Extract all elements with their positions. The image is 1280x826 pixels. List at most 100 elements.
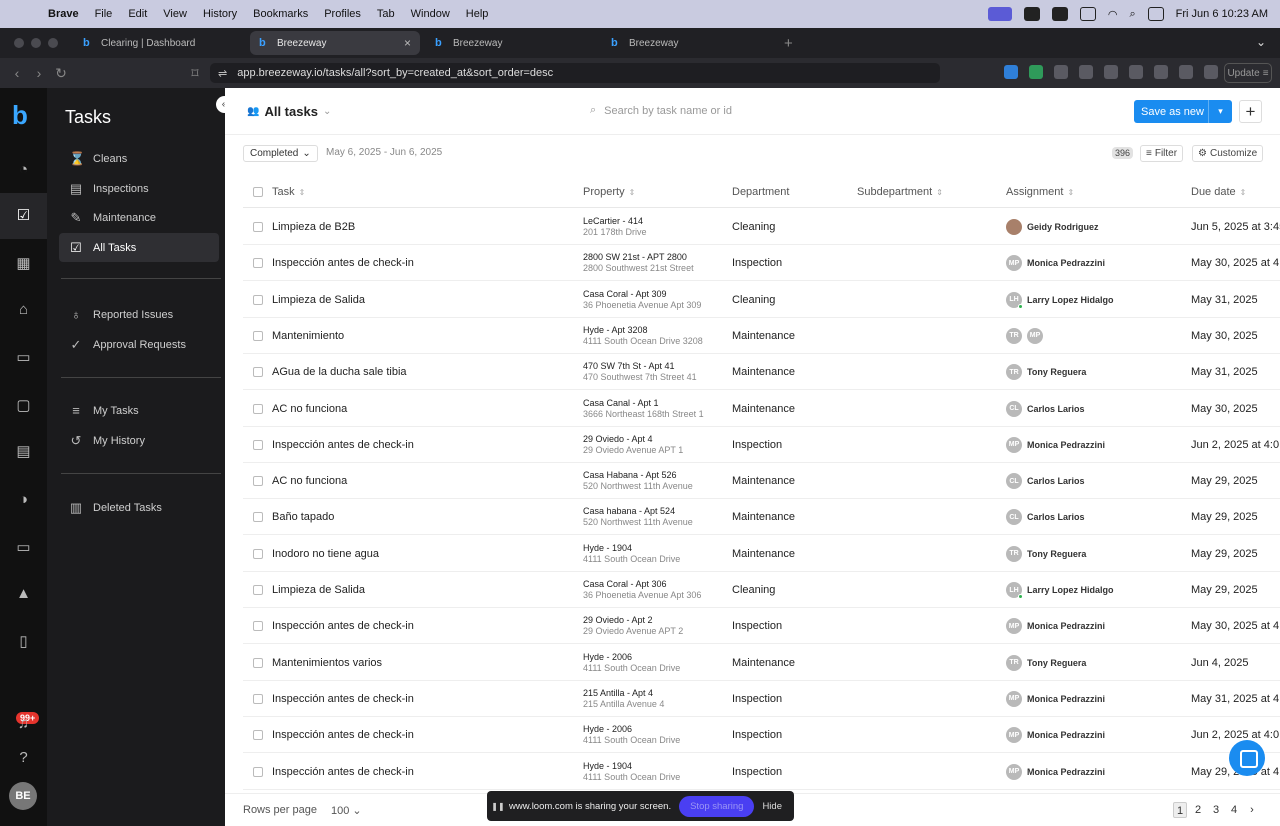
row-checkbox[interactable]	[253, 717, 263, 753]
menu-history[interactable]: History	[195, 8, 245, 20]
property-cell[interactable]: Casa Canal - Apt 1 3666 Northeast 168th S…	[583, 391, 704, 427]
sidebar-item-my-history[interactable]: ↺ My History	[59, 426, 219, 455]
task-name[interactable]: Inspección antes de check-in	[272, 608, 414, 644]
checkbox[interactable]	[253, 512, 263, 523]
menu-window[interactable]: Window	[403, 8, 458, 20]
zoom-window-button[interactable]	[48, 38, 58, 48]
property-cell[interactable]: Hyde - 1904 4111 South Ocean Drive	[583, 536, 680, 572]
back-icon[interactable]: ‹	[6, 65, 28, 81]
assignment-cell[interactable]: TR MP	[1006, 318, 1048, 354]
notion-icon[interactable]	[1051, 7, 1068, 21]
search-input[interactable]: Search by task name or id	[604, 105, 732, 117]
assignment-cell[interactable]: MP Monica Pedrazzini	[1006, 245, 1105, 281]
wifi-icon[interactable]: ◠	[1108, 8, 1118, 21]
menu-help[interactable]: Help	[458, 8, 497, 20]
table-row[interactable]: AGua de la ducha sale tibia 470 SW 7th St…	[243, 354, 1280, 391]
chat-widget-icon[interactable]	[1229, 740, 1265, 776]
assignment-cell[interactable]: LH Larry Lopez Hidalgo	[1006, 282, 1114, 318]
search-box[interactable]: ⌕ Search by task name or id	[590, 104, 732, 117]
row-checkbox[interactable]	[253, 608, 263, 644]
close-tab-icon[interactable]: ×	[404, 36, 411, 50]
row-checkbox[interactable]	[253, 754, 263, 790]
page-button[interactable]: 4	[1227, 802, 1241, 818]
messages-icon[interactable]: ▢	[15, 397, 32, 414]
address-bar[interactable]: ⇌ app.breezeway.io/tasks/all?sort_by=cre…	[210, 63, 940, 83]
stop-sharing-button[interactable]: Stop sharing	[679, 795, 755, 817]
customize-button[interactable]: ⚙ Customize	[1192, 145, 1264, 162]
property-cell[interactable]: Hyde - 2006 4111 South Ocean Drive	[583, 717, 680, 753]
battery-icon[interactable]	[1079, 7, 1096, 21]
property-cell[interactable]: 29 Oviedo - Apt 2 29 Oviedo Avenue APT 2	[583, 608, 683, 644]
app-menu[interactable]: Brave	[40, 8, 87, 20]
spotlight-search-icon[interactable]: ⌕	[1130, 8, 1136, 21]
calendar-icon[interactable]: ▦	[15, 255, 32, 272]
row-checkbox[interactable]	[253, 645, 263, 681]
tab-breezeway-active[interactable]: b Breezeway ×	[250, 31, 420, 55]
task-name[interactable]: Inspección antes de check-in	[272, 245, 414, 281]
assignment-cell[interactable]: MP Monica Pedrazzini	[1006, 608, 1105, 644]
assignment-cell[interactable]: MP Monica Pedrazzini	[1006, 717, 1105, 753]
task-name[interactable]: Inspección antes de check-in	[272, 754, 414, 790]
sidebar-item-deleted-tasks[interactable]: ▥ Deleted Tasks	[59, 493, 219, 522]
help-icon[interactable]: ?	[15, 749, 32, 766]
row-checkbox[interactable]	[253, 463, 263, 499]
property-cell[interactable]: Casa habana - Apt 524 520 Northwest 11th …	[583, 499, 693, 535]
forward-icon[interactable]: ›	[28, 65, 50, 81]
pause-icon[interactable]: ❚❚	[489, 802, 507, 811]
assignment-cell[interactable]: CL Carlos Larios	[1006, 499, 1085, 535]
dashboard-icon[interactable]: ◔	[15, 161, 32, 178]
menu-profiles[interactable]: Profiles	[316, 8, 369, 20]
checkbox[interactable]	[253, 403, 263, 414]
task-name[interactable]: Inodoro no tiene agua	[272, 536, 379, 572]
property-cell[interactable]: Casa Coral - Apt 306 36 Phoenetia Avenue …	[583, 572, 701, 608]
assignment-cell[interactable]: Geidy Rodriguez	[1006, 209, 1099, 245]
row-checkbox[interactable]	[253, 318, 263, 354]
task-name[interactable]: AC no funciona	[272, 463, 347, 499]
checkbox[interactable]	[253, 294, 263, 305]
vpn-icon[interactable]	[1179, 65, 1193, 79]
extension-icon[interactable]	[1029, 65, 1043, 79]
next-page-icon[interactable]: ›	[1245, 802, 1259, 818]
checkbox[interactable]	[253, 693, 263, 704]
property-cell[interactable]: 215 Antilla - Apt 4 215 Antilla Avenue 4	[583, 681, 664, 717]
task-name[interactable]: Inspección antes de check-in	[272, 681, 414, 717]
reload-icon[interactable]: ↻	[50, 65, 72, 82]
sidebar-item-reported-issues[interactable]: ♁ Reported Issues	[59, 300, 219, 329]
property-cell[interactable]: Casa Habana - Apt 526 520 Northwest 11th …	[583, 463, 693, 499]
column-task[interactable]: Task ⇕	[272, 176, 305, 208]
checkbox[interactable]	[253, 766, 263, 777]
checkbox[interactable]	[253, 476, 263, 487]
checkbox[interactable]	[253, 330, 263, 341]
table-row[interactable]: Mantenimientos varios Hyde - 2006 4111 Sou…	[243, 645, 1280, 681]
task-name[interactable]: Baño tapado	[272, 499, 334, 535]
row-checkbox[interactable]	[253, 354, 263, 390]
table-row[interactable]: Inodoro no tiene agua Hyde - 1904 4111 Sou…	[243, 536, 1280, 572]
checkbox[interactable]	[253, 548, 263, 559]
wallet-icon[interactable]	[1129, 65, 1143, 79]
page-button[interactable]: 2	[1191, 802, 1205, 818]
chevron-down-icon[interactable]: ▾	[1208, 100, 1232, 123]
minimize-window-button[interactable]	[31, 38, 41, 48]
view-selector[interactable]: 👥 All tasks ⌄	[247, 104, 331, 119]
sidebar-toggle-icon[interactable]	[1104, 65, 1118, 79]
download-icon[interactable]	[1079, 65, 1093, 79]
table-row[interactable]: Inspección antes de check-in Hyde - 1904 4…	[243, 754, 1280, 790]
row-checkbox[interactable]	[253, 391, 263, 427]
date-range[interactable]: May 6, 2025 - Jun 6, 2025	[326, 147, 442, 158]
row-checkbox[interactable]	[253, 209, 263, 245]
column-due-date[interactable]: Due date ⇕	[1191, 176, 1246, 208]
extension-icon[interactable]	[1004, 65, 1018, 79]
control-center-icon[interactable]	[1147, 7, 1164, 21]
task-name[interactable]: AC no funciona	[272, 391, 347, 427]
task-name[interactable]: AGua de la ducha sale tibia	[272, 354, 407, 390]
select-all-checkbox[interactable]	[253, 176, 263, 208]
close-window-button[interactable]	[14, 38, 24, 48]
table-row[interactable]: AC no funciona Casa Habana - Apt 526 520 N…	[243, 463, 1280, 500]
property-cell[interactable]: Hyde - 2006 4111 South Ocean Drive	[583, 645, 680, 681]
checkbox[interactable]	[253, 621, 263, 632]
checkbox[interactable]	[253, 187, 263, 197]
save-as-new-button[interactable]: Save as new ▾	[1134, 100, 1232, 123]
menu-tab[interactable]: Tab	[369, 8, 403, 20]
task-name[interactable]: Limpieza de Salida	[272, 572, 365, 608]
update-button[interactable]: Update ≡	[1224, 63, 1272, 83]
